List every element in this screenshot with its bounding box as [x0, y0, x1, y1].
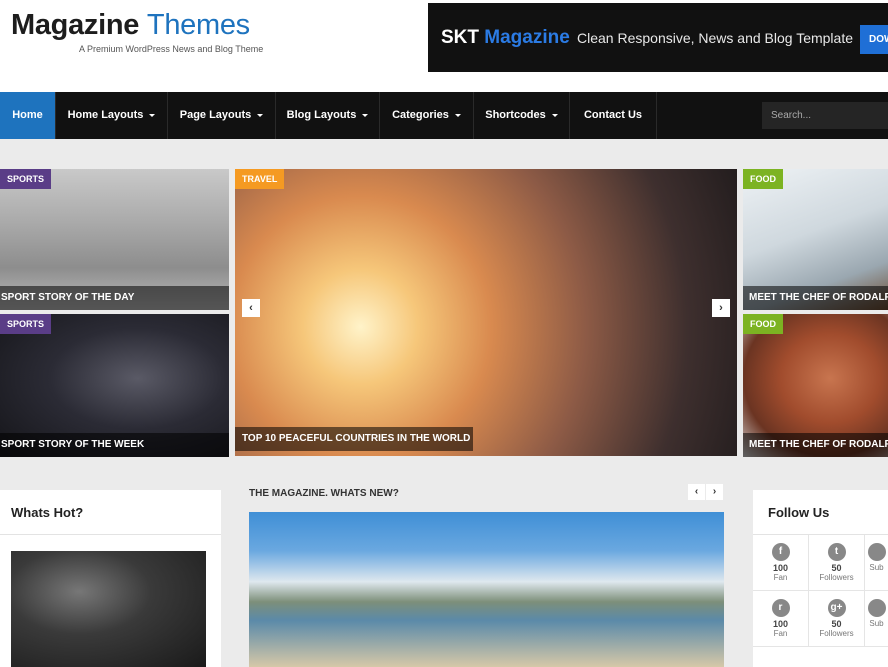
social-label: Sub	[869, 619, 884, 628]
featured-tile-sport-day[interactable]: SPORTS SPORT STORY OF THE DAY	[0, 169, 229, 310]
google-plus-icon: g+	[827, 599, 846, 617]
site-header: Magazine Themes A Premium WordPress News…	[0, 0, 888, 92]
site-tagline: A Premium WordPress News and Blog Theme	[79, 44, 264, 54]
caret-down-icon	[257, 113, 264, 117]
nav-item-blog-layouts[interactable]: Blog Layouts	[276, 92, 380, 139]
featured-tile-sport-week[interactable]: SPORTS SPORT STORY OF THE WEEK	[0, 314, 229, 457]
tile-caption[interactable]: MEET THE CHEF OF RODALF	[743, 286, 888, 310]
logo-part2[interactable]: Themes	[147, 9, 250, 41]
category-badge[interactable]: SPORTS	[0, 169, 52, 189]
nav-label: Shortcodes	[485, 109, 546, 121]
tile-caption[interactable]: SPORT STORY OF THE WEEK	[0, 433, 229, 457]
social-label: Fan	[773, 573, 788, 582]
nav-label: Categories	[392, 109, 449, 121]
social-rss[interactable]: r 100 Fan	[753, 591, 809, 647]
section-title: THE MAGAZINE. WHATS NEW?	[249, 488, 399, 499]
slider-next-arrow-icon[interactable]: ›	[712, 299, 730, 317]
social-label: Followers	[819, 629, 854, 638]
nav-item-page-layouts[interactable]: Page Layouts	[168, 92, 276, 139]
nav-label: Page Layouts	[179, 109, 252, 121]
banner-description: Clean Responsive, News and Blog Template	[577, 30, 854, 46]
tile-caption[interactable]: SPORT STORY OF THE DAY	[0, 286, 229, 310]
whats-hot-panel: Whats Hot?	[0, 490, 221, 667]
nav-item-home-layouts[interactable]: Home Layouts	[56, 92, 168, 139]
tile-caption[interactable]: MEET THE CHEF OF RODALF	[743, 433, 888, 457]
tile-caption[interactable]: TOP 10 PEACEFUL COUNTRIES IN THE WORLD	[235, 427, 473, 451]
social-subscribe[interactable]: Sub	[865, 535, 888, 591]
social-label: Fan	[773, 629, 788, 638]
social-count: 100	[772, 563, 789, 573]
nav-item-categories[interactable]: Categories	[380, 92, 474, 139]
subscribe-icon	[867, 543, 886, 561]
follow-us-panel: Follow Us f 100 Fan t 50 Followers Sub r…	[753, 490, 888, 667]
nav-label: Contact Us	[583, 109, 643, 121]
chevron-right-icon[interactable]: ›	[706, 484, 723, 500]
chevron-left-icon[interactable]: ‹	[688, 484, 705, 500]
social-google-plus[interactable]: g+ 50 Followers	[809, 591, 865, 647]
featured-tile-food-1[interactable]: FOOD MEET THE CHEF OF RODALF	[743, 169, 888, 310]
rss-icon: r	[771, 599, 790, 617]
social-count: 50	[831, 619, 842, 629]
category-badge[interactable]: TRAVEL	[235, 169, 285, 189]
category-badge[interactable]: FOOD	[743, 169, 783, 189]
social-twitter[interactable]: t 50 Followers	[809, 535, 865, 591]
banner-brand: SKT Magazine	[441, 27, 570, 49]
main-nav: Home Home Layouts Page Layouts Blog Layo…	[0, 92, 888, 139]
social-count: 50	[831, 563, 842, 573]
musician-image[interactable]	[11, 551, 206, 667]
twitter-icon: t	[827, 543, 846, 561]
nav-label: Home Layouts	[67, 109, 144, 121]
caret-down-icon	[551, 113, 558, 117]
logo-part1[interactable]: Magazine	[11, 9, 139, 41]
panel-title: Follow Us	[768, 505, 830, 520]
banner-brand-1: SKT	[441, 27, 479, 48]
nav-item-contact-us[interactable]: Contact Us	[570, 92, 657, 139]
category-badge[interactable]: SPORTS	[0, 314, 52, 334]
caret-down-icon	[149, 113, 156, 117]
banner-download-button[interactable]: DOW	[860, 25, 888, 54]
category-badge[interactable]: FOOD	[743, 314, 783, 334]
kayak-image[interactable]	[249, 512, 724, 667]
social-label: Followers	[819, 573, 854, 582]
slider-prev-arrow-icon[interactable]: ‹	[242, 299, 260, 317]
nav-label: Home	[12, 109, 43, 121]
social-count: 100	[772, 619, 789, 629]
site-logo[interactable]: Magazine Themes	[11, 9, 250, 42]
social-label: Sub	[869, 563, 884, 572]
caret-down-icon	[362, 113, 369, 117]
travel-image	[235, 169, 737, 456]
nav-item-shortcodes[interactable]: Shortcodes	[474, 92, 570, 139]
social-facebook[interactable]: f 100 Fan	[753, 535, 809, 591]
featured-slider[interactable]: TRAVEL ‹ › TOP 10 PEACEFUL COUNTRIES IN …	[235, 169, 737, 456]
social-subscribe-2[interactable]: Sub	[865, 591, 888, 647]
search-input[interactable]	[762, 102, 888, 129]
banner-brand-2: Magazine	[484, 27, 570, 48]
subscribe-icon	[867, 599, 886, 617]
facebook-icon: f	[771, 543, 790, 561]
featured-tile-food-2[interactable]: FOOD MEET THE CHEF OF RODALF	[743, 314, 888, 457]
nav-item-home[interactable]: Home	[0, 92, 56, 139]
divider	[0, 534, 221, 535]
panel-title: Whats Hot?	[11, 505, 84, 520]
nav-label: Blog Layouts	[286, 109, 357, 121]
ad-banner[interactable]: SKT Magazine Clean Responsive, News and …	[428, 3, 888, 72]
caret-down-icon	[454, 113, 461, 117]
